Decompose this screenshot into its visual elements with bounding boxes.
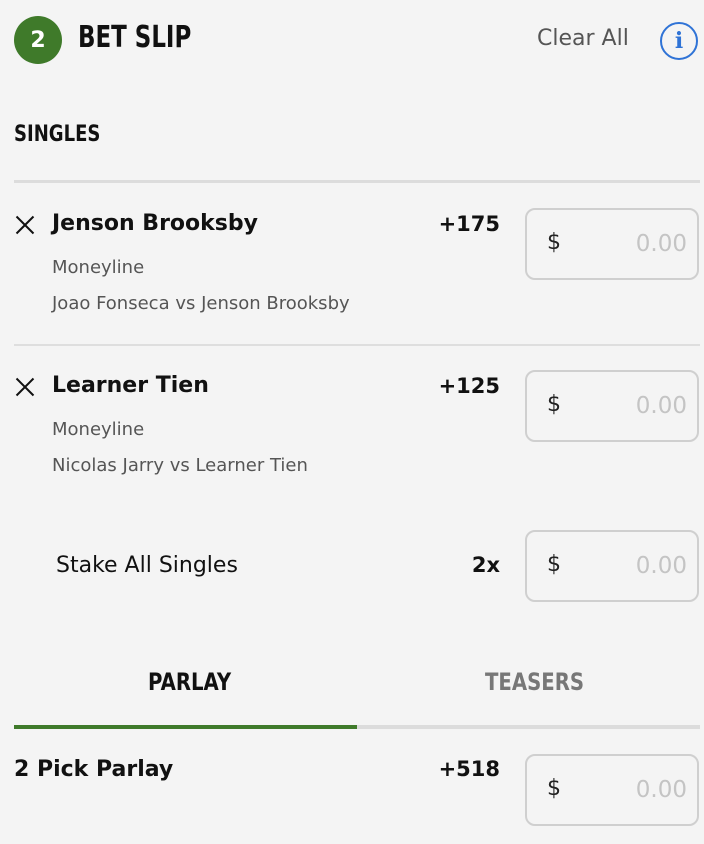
- stake-all-input-box[interactable]: $: [525, 530, 699, 602]
- stake-all-input[interactable]: [577, 546, 687, 586]
- currency-symbol: $: [547, 552, 561, 577]
- bet-odds: +175: [438, 212, 500, 236]
- currency-symbol: $: [547, 392, 561, 417]
- close-icon[interactable]: [14, 376, 36, 398]
- info-icon[interactable]: i: [660, 22, 698, 60]
- tab-parlay[interactable]: PARLAY: [148, 668, 231, 696]
- close-icon[interactable]: [14, 214, 36, 236]
- tab-active-indicator: [14, 725, 357, 729]
- singles-section-title: SINGLES: [14, 122, 101, 147]
- page-title: BET SLIP: [78, 20, 192, 55]
- stake-all-multiplier: 2x: [471, 553, 500, 577]
- bet-selection-name: Learner Tien: [52, 373, 209, 398]
- stake-input[interactable]: [577, 386, 687, 426]
- stake-input-box[interactable]: $: [525, 208, 699, 280]
- bet-event: Joao Fonseca vs Jenson Brooksby: [52, 293, 350, 314]
- bet-divider: [14, 344, 700, 346]
- section-divider: [14, 180, 700, 183]
- clear-all-button[interactable]: Clear All: [537, 26, 629, 51]
- parlay-stake-input[interactable]: [577, 770, 687, 810]
- stake-input[interactable]: [577, 224, 687, 264]
- parlay-odds: +518: [438, 757, 500, 781]
- currency-symbol: $: [547, 776, 561, 801]
- bet-slip-header: 2 BET SLIP Clear All i: [0, 0, 704, 84]
- stake-all-singles-label: Stake All Singles: [56, 553, 238, 578]
- bet-market: Moneyline: [52, 419, 145, 440]
- parlay-stake-input-box[interactable]: $: [525, 754, 699, 826]
- selection-count-badge: 2: [14, 16, 62, 64]
- bet-odds: +125: [438, 374, 500, 398]
- stake-input-box[interactable]: $: [525, 370, 699, 442]
- bet-event: Nicolas Jarry vs Learner Tien: [52, 455, 308, 476]
- parlay-name: 2 Pick Parlay: [14, 757, 174, 782]
- currency-symbol: $: [547, 230, 561, 255]
- bet-selection-name: Jenson Brooksby: [52, 211, 258, 236]
- tab-teasers[interactable]: TEASERS: [485, 668, 584, 696]
- bet-market: Moneyline: [52, 257, 145, 278]
